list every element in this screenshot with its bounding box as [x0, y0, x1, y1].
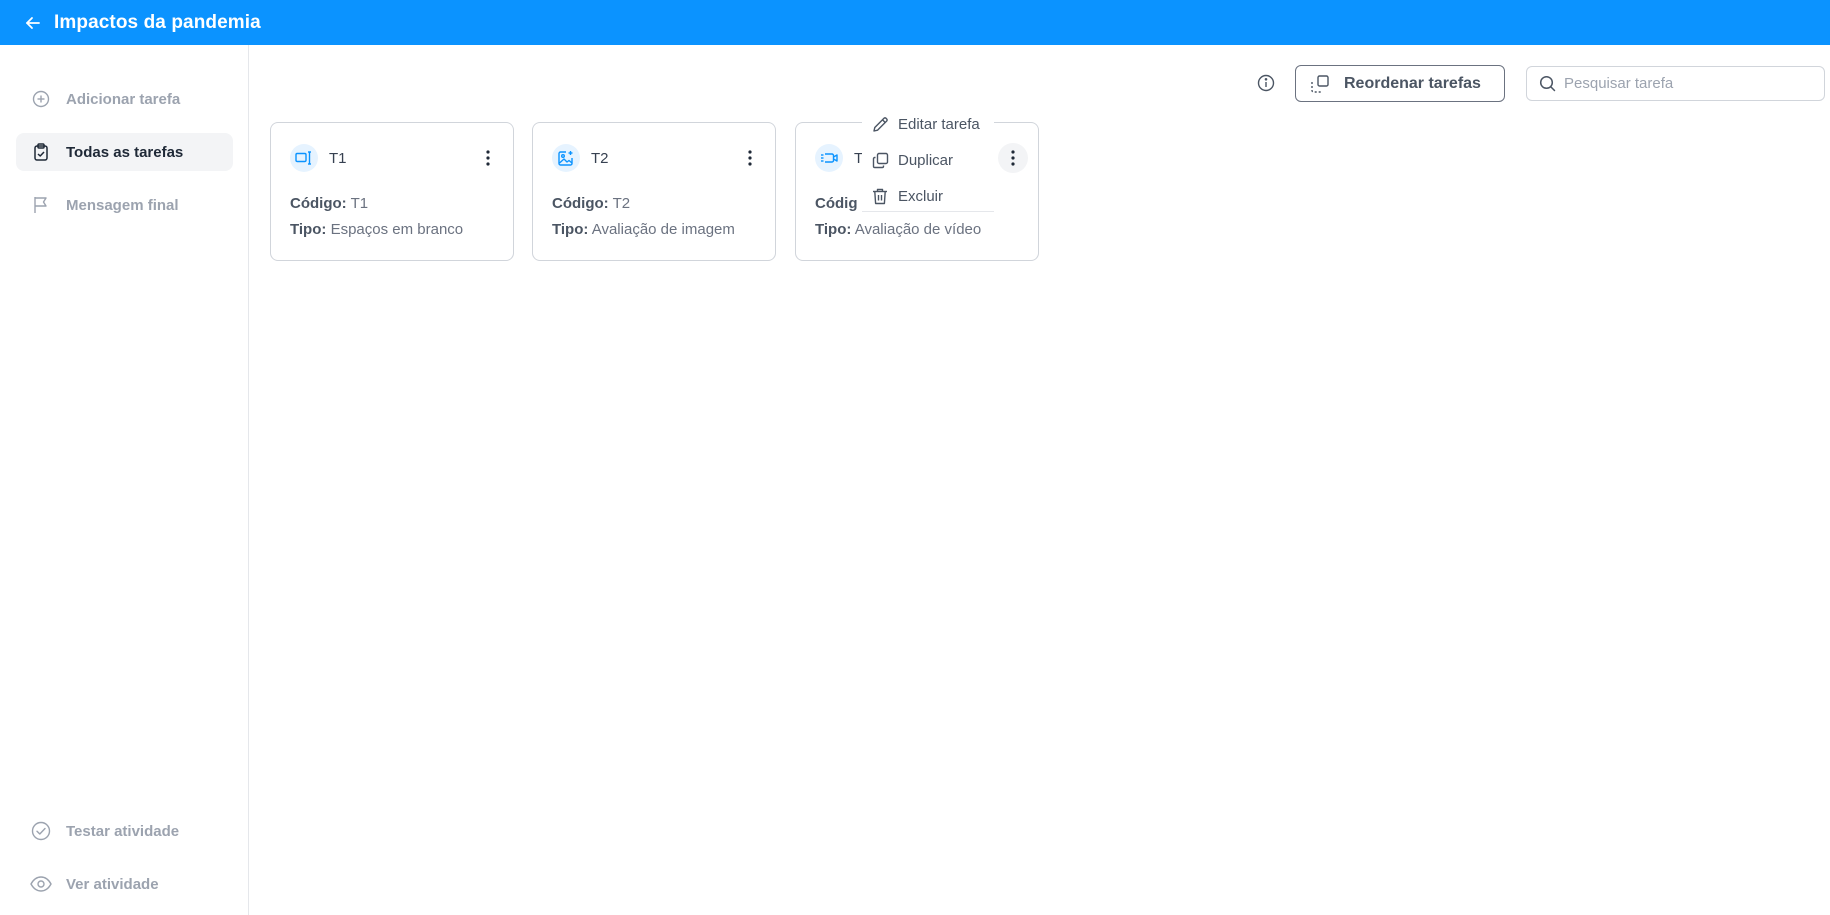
task-card[interactable]: T1 Código: T1 Tipo: Espaços em branco	[270, 122, 514, 261]
reorder-icon	[1310, 74, 1330, 94]
sidebar-item-label: Ver atividade	[66, 875, 159, 893]
image-evaluation-icon	[552, 144, 580, 172]
task-card[interactable]: T2 Código: T2 Tipo: Avaliação de imagem	[532, 122, 776, 261]
sidebar-item-label: Todas as tarefas	[66, 143, 184, 161]
task-name: T1	[329, 150, 347, 167]
sidebar-item-label: Testar atividade	[66, 822, 180, 840]
task-code: Código: T2	[552, 195, 631, 212]
search-box	[1526, 66, 1825, 101]
more-options-icon[interactable]	[998, 143, 1028, 173]
task-name: T2	[591, 150, 609, 167]
eye-icon	[30, 873, 52, 895]
blank-spaces-icon	[290, 144, 318, 172]
task-type: Tipo: Avaliação de vídeo	[815, 221, 982, 238]
pencil-icon	[872, 116, 892, 133]
task-type: Tipo: Avaliação de imagem	[552, 221, 735, 238]
sidebar-item-label: Mensagem final	[66, 196, 179, 214]
info-icon[interactable]	[1255, 72, 1277, 94]
sidebar-item-test-activity[interactable]: Testar atividade	[16, 812, 233, 850]
page-title: Impactos da pandemia	[54, 11, 261, 33]
flag-icon	[30, 194, 52, 216]
sidebar-item-view-activity[interactable]: Ver atividade	[16, 865, 233, 903]
task-context-menu: Editar tarefa Duplicar Excluir	[862, 108, 994, 212]
sidebar-item-add-task[interactable]: Adicionar tarefa	[16, 80, 233, 118]
more-options-icon[interactable]	[735, 143, 765, 173]
reorder-tasks-label: Reordenar tarefas	[1344, 74, 1481, 92]
top-bar: Impactos da pandemia	[0, 0, 1830, 45]
task-code: Código: T1	[290, 195, 369, 212]
check-circle-icon	[30, 820, 52, 842]
copy-icon	[872, 152, 892, 169]
video-evaluation-icon	[815, 144, 843, 172]
menu-item-label: Excluir	[898, 187, 944, 205]
more-options-icon[interactable]	[473, 143, 503, 173]
task-code: Códig	[815, 195, 858, 212]
delete-menu-item[interactable]: Excluir	[872, 184, 952, 208]
back-arrow-icon[interactable]	[22, 12, 44, 34]
task-type: Tipo: Espaços em branco	[290, 221, 464, 238]
sidebar-item-all-tasks[interactable]: Todas as tarefas	[16, 133, 233, 171]
trash-icon	[872, 188, 892, 205]
reorder-tasks-button[interactable]: Reordenar tarefas	[1295, 65, 1505, 102]
menu-item-label: Duplicar	[898, 151, 954, 169]
sidebar: Adicionar tarefa Todas as tarefas Mensag…	[0, 45, 249, 915]
edit-task-menu-item[interactable]: Editar tarefa	[872, 112, 988, 136]
sidebar-item-label: Adicionar tarefa	[66, 90, 181, 108]
clipboard-check-icon	[30, 141, 52, 163]
sidebar-item-final-message[interactable]: Mensagem final	[16, 186, 233, 224]
duplicate-menu-item[interactable]: Duplicar	[872, 148, 962, 172]
search-icon	[1539, 75, 1556, 92]
search-input[interactable]	[1564, 75, 1804, 92]
menu-item-label: Editar tarefa	[898, 115, 980, 133]
plus-circle-icon	[30, 88, 52, 110]
